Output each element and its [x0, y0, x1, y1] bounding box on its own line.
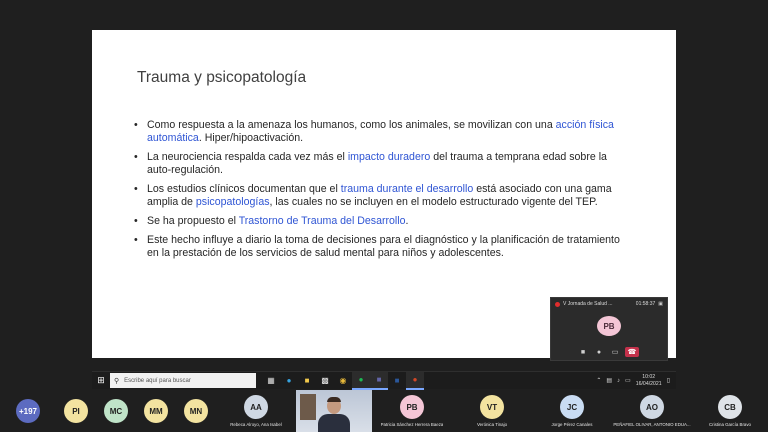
- slide-bullet: Los estudios clínicos documentan que el …: [134, 183, 634, 209]
- bullet-highlight: psicopatologías: [195, 196, 270, 209]
- participant-avatar: AA: [244, 395, 268, 419]
- store-icon[interactable]: ▩: [316, 372, 334, 390]
- speaker-avatar: PB: [597, 316, 621, 336]
- share-screen-icon[interactable]: ▭: [609, 347, 621, 357]
- participant-avatar: VT: [480, 395, 504, 419]
- word-icon[interactable]: ■: [388, 372, 406, 390]
- participant-tile[interactable]: MC: [96, 390, 136, 432]
- participant-tile[interactable]: MM: [136, 390, 176, 432]
- bullet-text: .: [405, 215, 409, 227]
- participant-avatar: CB: [718, 395, 742, 419]
- participant-name: Cristina García Bravo: [709, 422, 751, 427]
- slide-bullet: La neurociencia respalda cada vez más el…: [134, 151, 634, 177]
- video-person-body: [318, 414, 350, 432]
- participant-video-tile[interactable]: [296, 390, 372, 432]
- slide-bullet: Como respuesta a la amenaza los humanos,…: [134, 119, 634, 145]
- participant-tile[interactable]: MN: [176, 390, 216, 432]
- taskbar-search-box[interactable]: ⚲ Escribe aquí para buscar: [110, 373, 256, 388]
- microphone-icon[interactable]: ●: [593, 347, 605, 357]
- battery-icon[interactable]: ▭: [625, 377, 631, 384]
- slide-bullet: Se ha propuesto el Trastorno de Trauma d…: [134, 215, 634, 228]
- slide-title: Trauma y psicopatología: [137, 69, 307, 86]
- windows-start-icon[interactable]: ⊞: [92, 372, 110, 390]
- recording-icon: [555, 301, 560, 307]
- more-participants-count: +197: [16, 399, 40, 423]
- video-background-shelf: [300, 394, 316, 420]
- file-explorer-icon[interactable]: ■: [298, 372, 316, 390]
- participant-name: PEÑAFIEL OLIVAR, ANTONIO EDUA...: [613, 422, 691, 427]
- system-tray: ⌃ ▤ ♪ ▭ 10:02 16/04/2021 ▯: [596, 374, 676, 387]
- bullet-text: Los estudios clínicos documentan que el: [147, 183, 341, 195]
- slide-bullet: Este hecho influye a diario la toma de d…: [134, 234, 634, 260]
- more-participants-button[interactable]: +197: [0, 390, 56, 432]
- bullet-highlight: trauma durante el desarrollo: [340, 183, 474, 195]
- participant-tile[interactable]: JC Jorge Pérez Canales: [532, 390, 612, 432]
- participant-name: Jorge Pérez Canales: [551, 422, 593, 427]
- bullet-text: La neurociencia respalda cada vez más el: [147, 151, 348, 163]
- windows-taskbar: ⊞ ⚲ Escribe aquí para buscar ▦ ● ■ ▩ ◉ ●…: [92, 371, 676, 390]
- participant-tile[interactable]: VT Verónica Tinajo: [452, 390, 532, 432]
- participant-avatar: PB: [400, 395, 424, 419]
- participants-strip: +197 PI MC MM MN AA Rebeca Alroyo, Ana I…: [0, 390, 768, 432]
- chrome-icon[interactable]: ◉: [334, 372, 352, 390]
- network-icon[interactable]: ▤: [606, 377, 612, 384]
- participant-name: Verónica Tinajo: [476, 422, 508, 427]
- participant-avatar: JC: [560, 395, 584, 419]
- bullet-text: Este hecho influye a diario la toma de d…: [147, 233, 620, 259]
- bullet-text: . Hiper/hipoactivación.: [198, 132, 304, 145]
- teams-icon[interactable]: ■: [370, 371, 388, 390]
- participant-tile[interactable]: AA Rebeca Alroyo, Ana Isabel: [216, 390, 296, 432]
- search-icon: ⚲: [114, 377, 120, 385]
- participant-avatar: AO: [640, 395, 664, 419]
- participant-name: Rebeca Alroyo, Ana Isabel: [230, 422, 282, 427]
- meeting-window: Trauma y psicopatología Como respuesta a…: [0, 0, 768, 432]
- bullet-highlight: impacto duradero: [347, 151, 431, 163]
- restore-window-icon[interactable]: ▣: [658, 301, 663, 307]
- mini-window-title: V Jornada de Salud ...: [563, 301, 613, 307]
- mini-window-header[interactable]: V Jornada de Salud ... 01:58:37 ▣: [551, 298, 667, 310]
- participant-tile[interactable]: AO PEÑAFIEL OLIVAR, ANTONIO EDUA...: [612, 390, 692, 432]
- clock-date: 16/04/2021: [635, 380, 662, 387]
- taskbar-search-placeholder: Escribe aquí para buscar: [124, 377, 191, 384]
- bullet-highlight: Trastorno de Trauma del Desarrollo: [238, 215, 406, 227]
- participant-avatar: MM: [144, 399, 168, 423]
- slide-bullet-list: Como respuesta a la amenaza los humanos,…: [134, 119, 634, 266]
- participant-avatar: MC: [104, 399, 128, 423]
- video-person-hair: [327, 397, 341, 402]
- chevron-up-icon[interactable]: ⌃: [596, 377, 601, 384]
- task-view-icon[interactable]: ▦: [262, 372, 280, 390]
- volume-icon[interactable]: ♪: [617, 378, 620, 384]
- taskbar-clock[interactable]: 10:02 16/04/2021: [636, 374, 662, 387]
- edge-icon[interactable]: ●: [280, 372, 298, 390]
- notifications-icon[interactable]: ▯: [667, 377, 670, 384]
- bullet-text: Se ha propuesto el: [147, 215, 239, 227]
- meeting-timer: 01:58:37: [635, 301, 656, 307]
- mini-meeting-window[interactable]: V Jornada de Salud ... 01:58:37 ▣ PB ■ ●…: [550, 297, 668, 361]
- powerpoint-icon[interactable]: ●: [406, 371, 424, 390]
- participant-tile[interactable]: PI: [56, 390, 96, 432]
- participant-avatar: PI: [64, 399, 88, 423]
- hang-up-button[interactable]: ☎: [625, 347, 639, 357]
- spotify-icon[interactable]: ●: [352, 371, 370, 390]
- bullet-text: , las cuales no se incluyen en el modelo…: [269, 196, 598, 209]
- bullet-text: Como respuesta a la amenaza los humanos,…: [147, 119, 556, 131]
- participant-name: Patricia Sánchez Herrera Baeza: [380, 422, 444, 427]
- participant-avatar: MN: [184, 399, 208, 423]
- participant-tile[interactable]: PB Patricia Sánchez Herrera Baeza: [372, 390, 452, 432]
- camera-icon[interactable]: ■: [577, 347, 589, 357]
- mini-call-controls: ■ ● ▭ ☎: [577, 346, 639, 358]
- participant-tile[interactable]: CB Cristina García Bravo: [692, 390, 768, 432]
